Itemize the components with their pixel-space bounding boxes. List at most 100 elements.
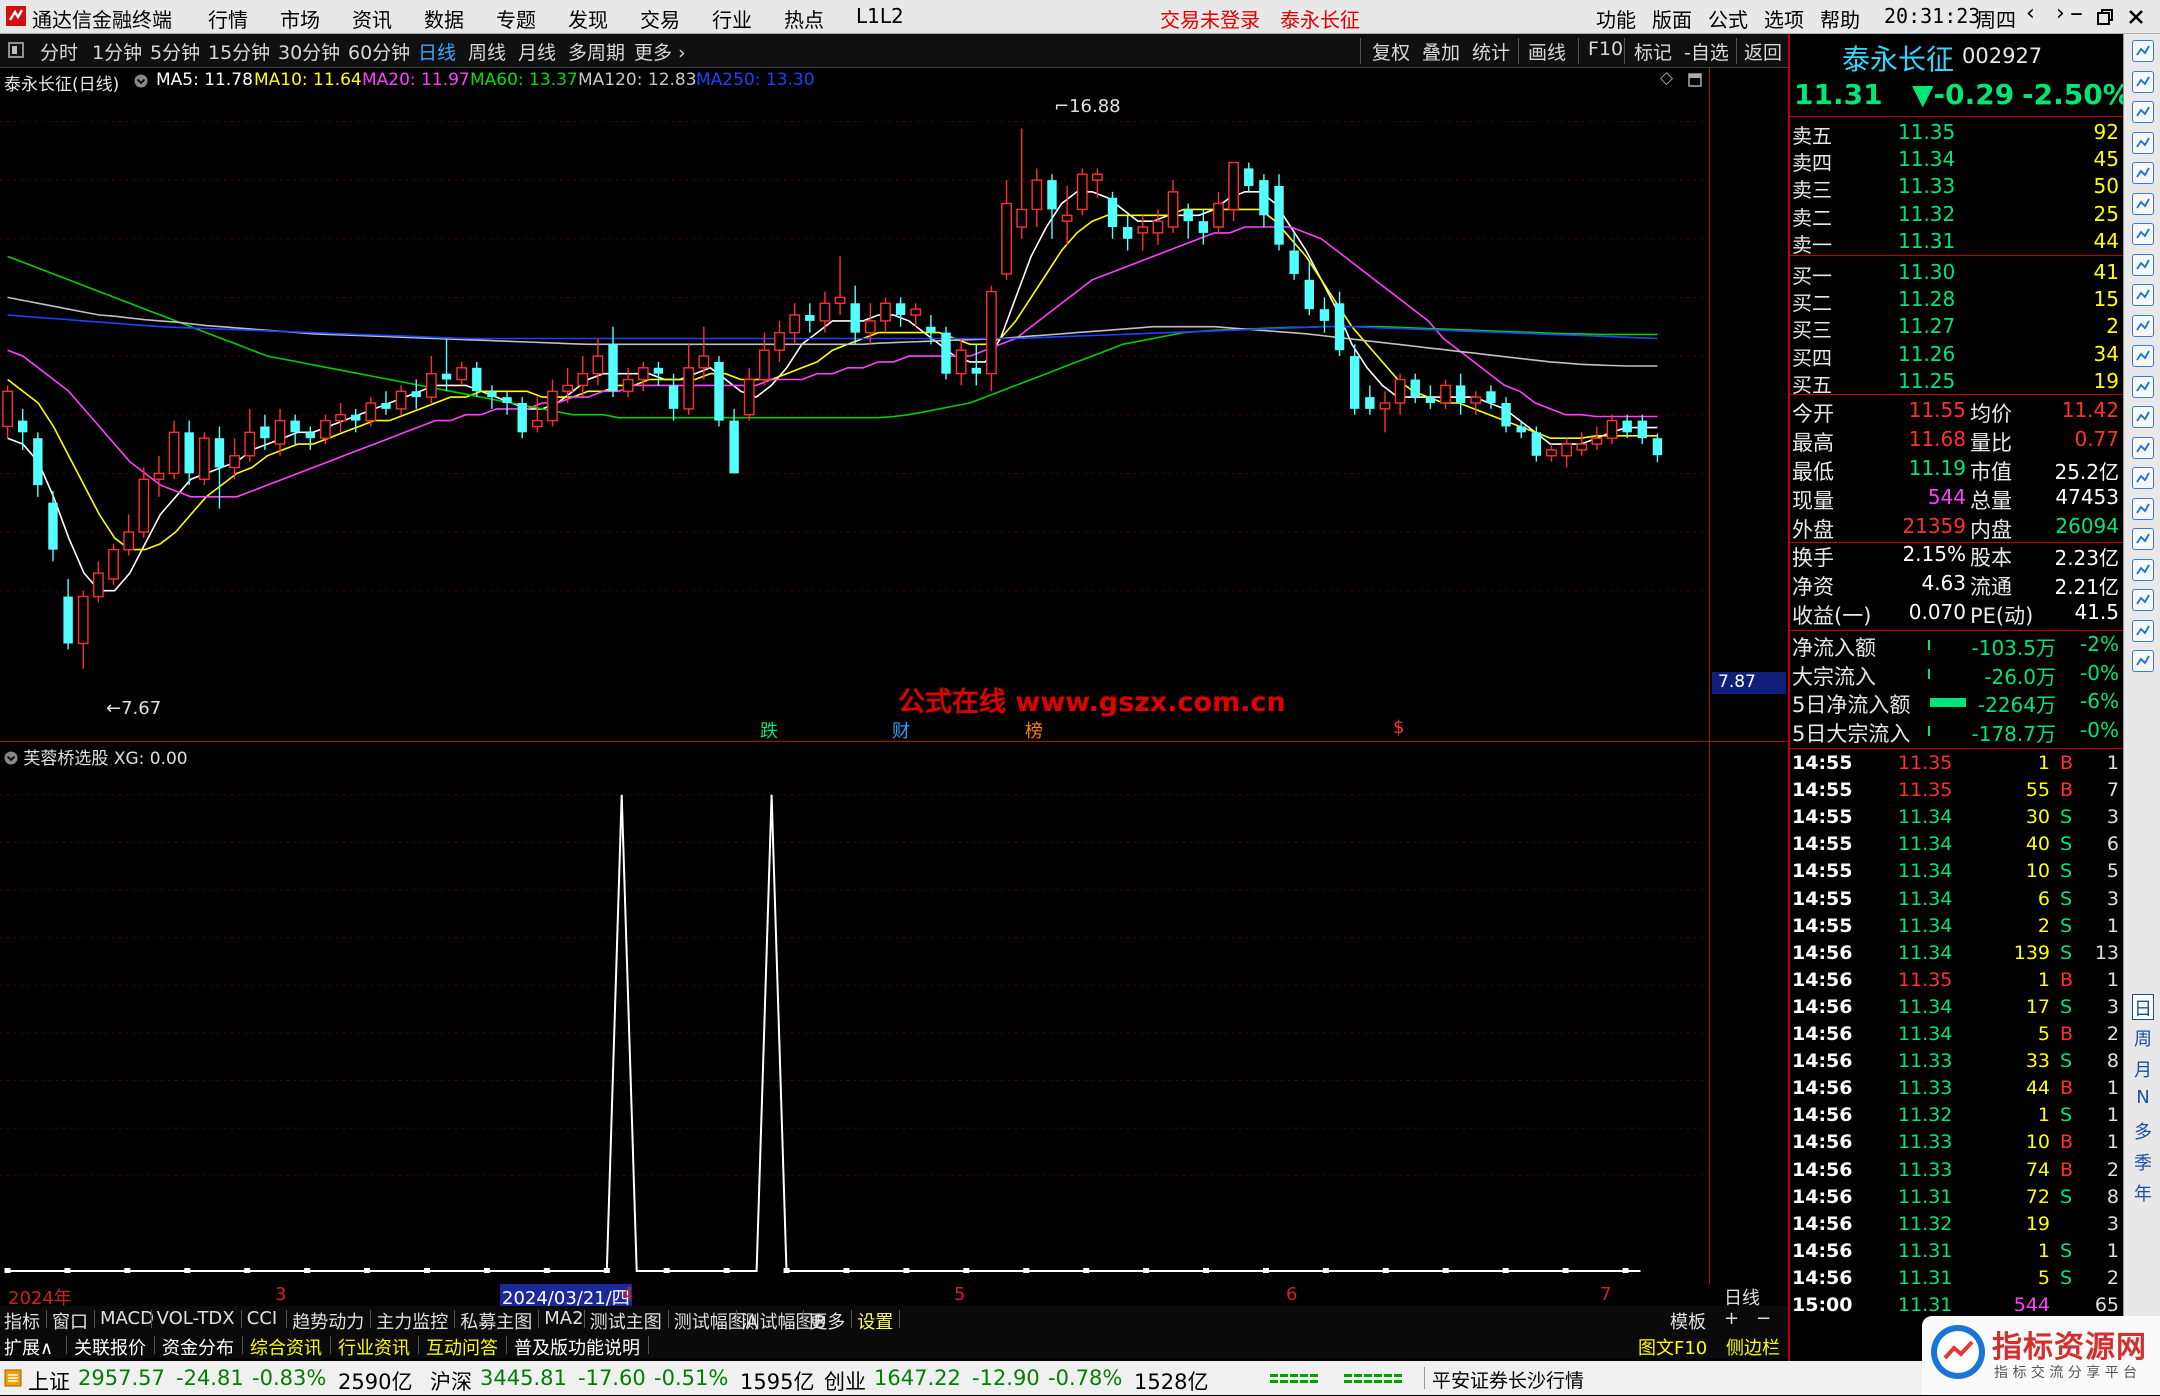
period-shortcut[interactable]: 季: [2132, 1149, 2154, 1175]
back-icon[interactable]: ‹: [2026, 1, 2035, 26]
indicator-tab[interactable]: 设置: [857, 1308, 893, 1334]
menu-zixun[interactable]: 资讯: [352, 4, 392, 33]
info-tab[interactable]: 关联报价: [74, 1334, 146, 1360]
info-tab[interactable]: 行业资讯: [338, 1334, 410, 1360]
indicator-tab[interactable]: 主力监控: [376, 1308, 448, 1334]
tool-biaoji[interactable]: 标记: [1634, 38, 1672, 65]
dollar-icon[interactable]: [2132, 497, 2154, 520]
close-icon[interactable]: [2128, 9, 2144, 25]
minimize-icon[interactable]: –: [2070, 0, 2083, 28]
restore-icon[interactable]: [2097, 9, 2113, 25]
info-tab[interactable]: 资金分布: [162, 1334, 234, 1360]
period-5min[interactable]: 5分钟: [150, 38, 200, 65]
ask-price[interactable]: 11.32: [1898, 202, 1955, 226]
tool-fanhui[interactable]: 返回: [1744, 38, 1782, 65]
rsi-icon[interactable]: [2132, 467, 2154, 489]
period-daily[interactable]: 日线: [418, 38, 456, 65]
tool-zixuan[interactable]: -自选: [1684, 38, 1729, 65]
side-tab[interactable]: 图文F10: [1638, 1334, 1707, 1360]
ask-price[interactable]: 11.31: [1898, 229, 1955, 253]
event-marker-bang[interactable]: 榜: [1025, 717, 1043, 743]
menu-gongshi[interactable]: 公式: [1708, 4, 1748, 33]
period-60min[interactable]: 60分钟: [348, 38, 410, 65]
ask-price[interactable]: 11.34: [1898, 147, 1955, 171]
event-marker-dollar[interactable]: $: [1393, 717, 1404, 738]
indicator-tab[interactable]: 测试主图: [590, 1308, 662, 1334]
event-marker-die[interactable]: 跌: [760, 717, 778, 743]
menu-banmian[interactable]: 版面: [1652, 4, 1692, 33]
move-icon[interactable]: [2132, 528, 2154, 550]
arrow-up-icon[interactable]: [2132, 70, 2154, 93]
period-shortcut[interactable]: 日: [2132, 994, 2154, 1020]
period-shortcut[interactable]: 年: [2132, 1180, 2154, 1206]
menu-shuju[interactable]: 数据: [424, 4, 464, 33]
panel-toggle-icon[interactable]: [8, 42, 24, 58]
candle-icon[interactable]: [2132, 223, 2154, 245]
period-shortcut[interactable]: 多: [2132, 1118, 2154, 1144]
index-name[interactable]: 上证: [28, 1366, 70, 1396]
indicator-tab[interactable]: 私募主图: [460, 1308, 532, 1334]
menu-shichang[interactable]: 市场: [280, 4, 320, 33]
trade-login-status[interactable]: 交易未登录: [1160, 4, 1260, 33]
menu-faxian[interactable]: 发现: [568, 4, 608, 33]
tool-fuquan[interactable]: 复权: [1372, 38, 1410, 65]
menu-redian[interactable]: 热点: [784, 4, 824, 33]
index-name[interactable]: 沪深: [430, 1366, 472, 1396]
fs2-icon[interactable]: [2132, 589, 2154, 611]
fs-icon[interactable]: [2132, 375, 2154, 398]
grid-icon[interactable]: [2132, 162, 2154, 184]
arrow-down-icon[interactable]: [2132, 101, 2154, 123]
period-fenshi[interactable]: 分时: [40, 38, 78, 65]
period-monthly[interactable]: 月线: [518, 38, 556, 65]
indicator-tab[interactable]: 指标: [4, 1308, 40, 1334]
waves-icon[interactable]: [2132, 436, 2154, 459]
info-tab[interactable]: 扩展∧: [4, 1334, 53, 1360]
ask-price[interactable]: 11.35: [1898, 120, 1955, 144]
diamond-icon[interactable]: ◇: [1660, 68, 1673, 88]
bid-price[interactable]: 11.25: [1898, 369, 1955, 393]
indicator-tab[interactable]: 更多: [809, 1308, 845, 1334]
menu-hangye[interactable]: 行业: [712, 4, 752, 33]
period-shortcut[interactable]: N: [2132, 1087, 2154, 1113]
info-tab[interactable]: 互动问答: [426, 1334, 498, 1360]
window-icon[interactable]: [1688, 73, 1702, 87]
template-control[interactable]: −: [1756, 1308, 1771, 1329]
menu-gongneng[interactable]: 功能: [1596, 4, 1636, 33]
server-name[interactable]: 平安证券长沙行情: [1432, 1366, 1584, 1393]
bid-price[interactable]: 11.30: [1898, 260, 1955, 284]
indicator-tab[interactable]: MA2: [544, 1308, 583, 1329]
info-tab[interactable]: 综合资讯: [250, 1334, 322, 1360]
index-name[interactable]: 创业: [824, 1366, 866, 1396]
forward-icon[interactable]: ›: [2056, 1, 2065, 26]
chevron-down-icon[interactable]: [4, 751, 18, 765]
indicator-chart[interactable]: 1.000.900.800.700.600.500.400.300.20: [0, 741, 1710, 1284]
period-more[interactable]: 更多 ›: [634, 38, 686, 65]
indicator-tab[interactable]: VOL-TDX: [157, 1308, 235, 1329]
bid-price[interactable]: 11.26: [1898, 342, 1955, 366]
chevron-down-icon[interactable]: [134, 74, 148, 88]
panel-icon[interactable]: [2132, 314, 2154, 337]
target-icon[interactable]: [2132, 406, 2154, 428]
menu-xuanxiang[interactable]: 选项: [1764, 4, 1804, 33]
list-icon[interactable]: [2132, 131, 2154, 154]
tool-tongji[interactable]: 统计: [1472, 38, 1510, 65]
menu-bangzhu[interactable]: 帮助: [1820, 4, 1860, 33]
template-control[interactable]: 模板: [1670, 1308, 1706, 1334]
period-30min[interactable]: 30分钟: [278, 38, 340, 65]
period-multi[interactable]: 多周期: [568, 38, 625, 65]
menu-jiaoyi[interactable]: 交易: [640, 4, 680, 33]
tool-f10[interactable]: F10: [1588, 38, 1623, 60]
indicator-tab[interactable]: CCI: [247, 1308, 277, 1329]
period-shortcut[interactable]: 月: [2132, 1056, 2154, 1082]
menu-zhuanti[interactable]: 专题: [496, 4, 536, 33]
bid-price[interactable]: 11.27: [1898, 314, 1955, 338]
candlestick-chart[interactable]: 17.0016.0015.0014.0013.0012.0011.0010.00…: [0, 68, 1710, 741]
chevron-up-icon[interactable]: [2132, 40, 2154, 62]
indicator-tab[interactable]: 窗口: [52, 1308, 88, 1334]
line-chart-icon[interactable]: [2132, 192, 2154, 215]
ask-price[interactable]: 11.33: [1898, 174, 1955, 198]
bid-price[interactable]: 11.28: [1898, 287, 1955, 311]
f10-icon[interactable]: [2132, 284, 2154, 306]
event-marker-cai[interactable]: 财: [892, 717, 910, 743]
period-weekly[interactable]: 周线: [468, 38, 506, 65]
